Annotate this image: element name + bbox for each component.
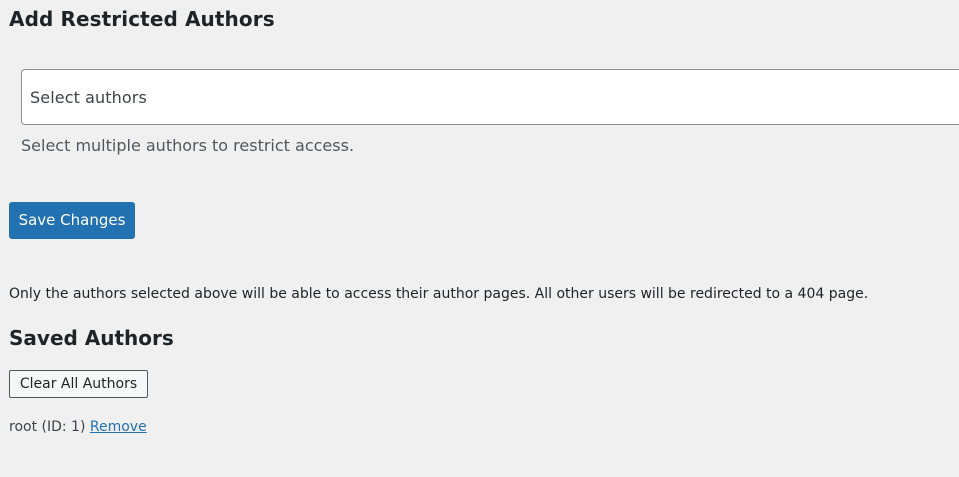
clear-all-authors-button[interactable]: Clear All Authors (9, 370, 148, 398)
save-changes-button[interactable]: Save Changes (9, 202, 135, 239)
authors-select-placeholder: Select authors (30, 87, 147, 107)
page-title: Add Restricted Authors (9, 7, 275, 31)
authors-field-description: Select multiple authors to restrict acce… (21, 136, 355, 155)
remove-author-link[interactable]: Remove (90, 419, 147, 435)
authors-select-input[interactable]: Select authors (21, 69, 959, 125)
saved-author-label: root (ID: 1) (9, 419, 86, 435)
saved-author-item: root (ID: 1) Remove (9, 417, 147, 437)
saved-authors-title: Saved Authors (9, 326, 174, 350)
restriction-info-text: Only the authors selected above will be … (9, 286, 869, 302)
